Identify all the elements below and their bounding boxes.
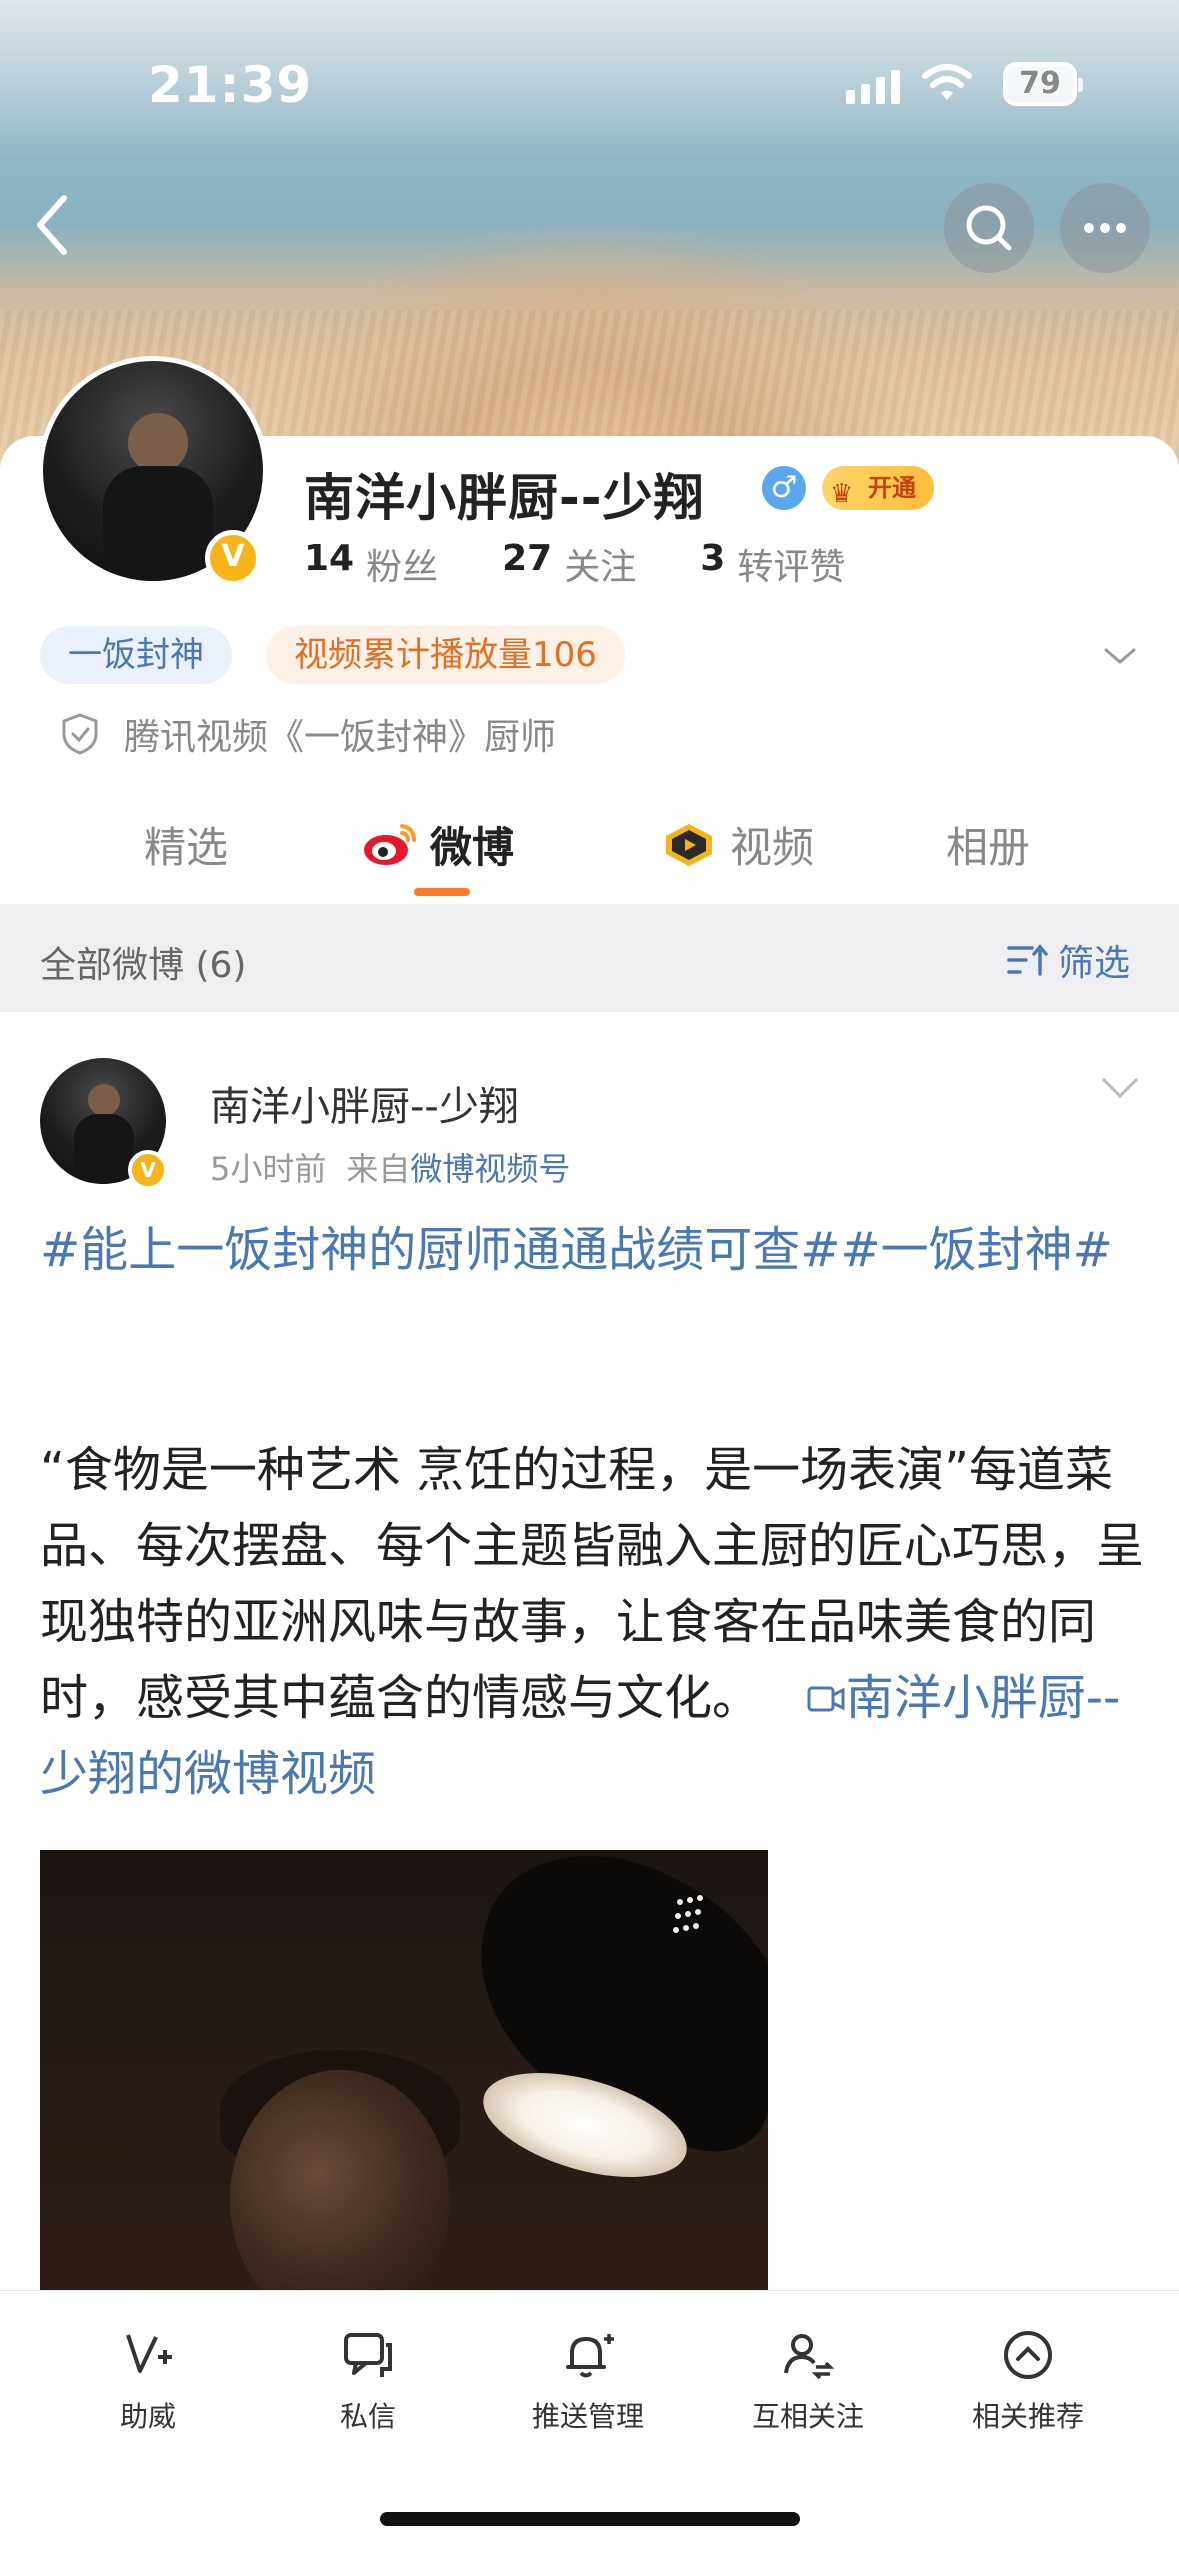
tab-video[interactable]: 视频: [660, 814, 814, 875]
tab-video-label: 视频: [730, 823, 815, 872]
all-posts-count: 全部微博 (6): [40, 945, 247, 986]
stat-label: 粉丝: [366, 547, 439, 588]
message-button[interactable]: 私信: [278, 2327, 458, 2435]
status-time: 21:39: [148, 56, 313, 114]
post-time: 5小时前: [210, 1150, 327, 1188]
post-source-prefix: 来自: [346, 1150, 411, 1188]
more-button[interactable]: [1060, 183, 1150, 273]
filter-button[interactable]: 筛选: [1006, 934, 1130, 986]
post-card[interactable]: V 南洋小胖厨--少翔 5小时前 来自微博视频号 #能上一饭封神的厨师通通战绩可…: [0, 1012, 1179, 2300]
status-bar: 21:39 79: [0, 56, 1179, 116]
stat-interactions[interactable]: 3 转评赞: [700, 538, 845, 590]
stat-label: 转评赞: [737, 547, 846, 588]
tag-show[interactable]: 一饭封神: [40, 626, 232, 684]
cheer-icon: [126, 2334, 172, 2373]
profile-stats: 14 粉丝 27 关注 3 转评赞: [304, 538, 909, 590]
message-icon: [344, 2333, 392, 2377]
message-label: 私信: [339, 2400, 396, 2433]
cheer-label: 助威: [119, 2400, 176, 2433]
bell-icon: [566, 2334, 614, 2378]
tag-video-plays[interactable]: 视频累计播放量106: [266, 626, 625, 684]
post-author[interactable]: 南洋小胖厨--少翔: [210, 1074, 519, 1132]
more-icon: [1084, 223, 1126, 233]
video-link-icon: [807, 1686, 845, 1712]
chevron-down-icon[interactable]: [1100, 1074, 1140, 1104]
search-icon: [966, 205, 1012, 251]
verified-badge-icon: V: [128, 1150, 168, 1190]
back-icon[interactable]: [28, 190, 78, 260]
video-thumbnail[interactable]: [40, 1850, 768, 2300]
male-icon: ♂: [762, 466, 806, 510]
profile-name: 南洋小胖厨--少翔: [304, 469, 705, 527]
stat-label: 关注: [564, 547, 637, 588]
stat-fans[interactable]: 14 粉丝: [304, 538, 438, 590]
mutual-follow-label: 互相关注: [751, 2400, 864, 2433]
home-indicator: [380, 2512, 800, 2526]
certification-text: 腾讯视频《一饭封神》厨师: [124, 717, 557, 758]
cheer-button[interactable]: 助威: [58, 2327, 238, 2435]
mutual-follow-button[interactable]: 互相关注: [718, 2327, 898, 2435]
tab-weibo[interactable]: 微博: [362, 814, 514, 875]
chevron-down-icon[interactable]: [1102, 638, 1138, 674]
recommend-icon: [1004, 2331, 1052, 2379]
stat-count: 3: [700, 538, 726, 579]
post-meta: 5小时前 来自微博视频号: [210, 1144, 570, 1190]
push-settings-label: 推送管理: [531, 2400, 644, 2433]
mutual-follow-icon: [784, 2334, 835, 2380]
verified-badge-icon: V: [205, 530, 261, 586]
post-body: “食物是一种艺术 烹饪的过程，是一场表演”每道菜品、每次摆盘、每个主题皆融入主厨…: [40, 1432, 1150, 1812]
profile-tabs: 精选 微博 视频 相册: [0, 800, 1179, 900]
search-button[interactable]: [944, 183, 1034, 273]
recommend-label: 相关推荐: [971, 2400, 1084, 2433]
tab-album[interactable]: 相册: [946, 814, 1030, 875]
filter-bar: 全部微博 (6) 筛选: [0, 904, 1179, 1012]
stat-count: 14: [304, 538, 355, 579]
shield-icon: [62, 713, 98, 755]
active-tab-indicator: [414, 888, 470, 896]
stat-count: 27: [502, 538, 553, 579]
filter-icon: [1007, 944, 1048, 976]
crown-icon: ♛: [830, 479, 854, 509]
tab-featured[interactable]: 精选: [144, 814, 228, 875]
push-settings-button[interactable]: 推送管理: [498, 2327, 678, 2435]
wifi-icon: [922, 64, 972, 100]
stat-following[interactable]: 27 关注: [502, 538, 636, 590]
post-source[interactable]: 微博视频号: [410, 1150, 570, 1188]
filter-label: 筛选: [1058, 943, 1131, 984]
recommend-button[interactable]: 相关推荐: [938, 2327, 1118, 2435]
weibo-icon: [364, 823, 416, 865]
video-channel-icon: [666, 823, 712, 866]
vip-open-button[interactable]: ♛ 开通: [822, 466, 934, 510]
battery-indicator: 79: [1003, 62, 1083, 106]
post-hashtags[interactable]: #能上一饭封神的厨师通通战绩可查##一饭封神#: [40, 1212, 1150, 1288]
vip-label: 开通: [868, 474, 916, 502]
lamp-vents: [673, 1895, 703, 1933]
certification: 腾讯视频《一饭封神》厨师: [60, 708, 556, 760]
tab-weibo-label: 微博: [430, 823, 515, 872]
signal-icon: [846, 68, 900, 104]
